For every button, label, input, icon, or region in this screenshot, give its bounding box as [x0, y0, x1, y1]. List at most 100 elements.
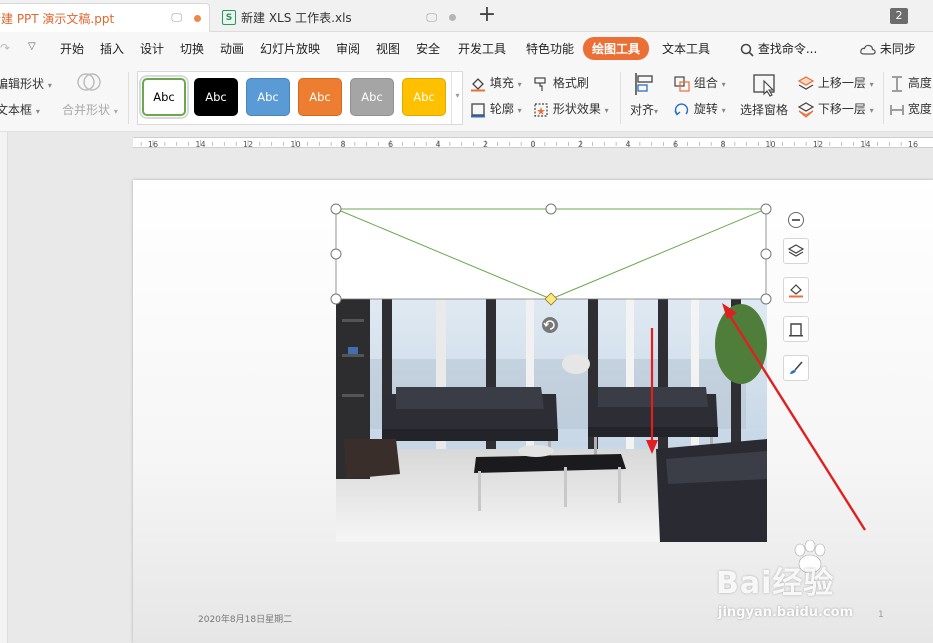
- redo-icon[interactable]: ↷: [0, 41, 10, 55]
- bring-forward-button[interactable]: 上移一层 ▾: [798, 74, 874, 92]
- horizontal-ruler[interactable]: 16 14 12 10 8 6 4 2 0 2 4 6 8 10 12 14 16: [133, 137, 933, 148]
- tab-dot-icon[interactable]: [449, 14, 456, 21]
- ruler-label: 4: [625, 140, 630, 148]
- chevron-down-icon: ▾: [654, 107, 659, 116]
- shape-effects-button[interactable]: 形状效果 ▾: [533, 100, 609, 118]
- menu-insert[interactable]: 插入: [100, 40, 124, 57]
- outline-button[interactable]: 轮廓 ▾: [470, 100, 522, 118]
- menu-transitions[interactable]: 切换: [180, 40, 204, 57]
- tab-xls-label: 新建 XLS 工作表.xls: [241, 11, 352, 25]
- shape-style-white[interactable]: Abc: [139, 75, 189, 119]
- collapse-minus-icon[interactable]: [788, 212, 804, 228]
- ruler-label: 6: [388, 140, 393, 148]
- tab-ppt-document[interactable]: 新建 PPT 演示文稿.ppt 🖵: [0, 3, 210, 32]
- drawing-tools-ribbon: 编辑形状 ▾ 文本框 ▾ 合并形状 ▾ Abc Abc Abc Abc Abc …: [0, 66, 933, 132]
- rotate-button[interactable]: 旋转 ▾: [674, 100, 726, 118]
- outline-label: 轮廓: [489, 102, 514, 116]
- command-search-label: 查找命令...: [757, 42, 818, 56]
- menu-text-tools[interactable]: 文本工具: [662, 40, 710, 57]
- selection-pane-label: 选择窗格: [740, 103, 789, 117]
- fill-button[interactable]: 填充 ▾: [470, 74, 522, 92]
- chevron-down-icon: ▾: [47, 81, 52, 90]
- shape-style-gray[interactable]: Abc: [350, 78, 394, 116]
- menu-drawing-tools[interactable]: 绘图工具: [583, 37, 650, 60]
- chevron-down-icon: ▾: [517, 80, 522, 89]
- height-label: 高度: [907, 76, 932, 90]
- ruler-label: 12: [813, 140, 823, 148]
- quick-access-dropdown-icon[interactable]: ▽: [28, 41, 36, 52]
- selection-pane-button[interactable]: 选择窗格: [740, 101, 788, 118]
- command-search[interactable]: 查找命令...: [740, 40, 817, 57]
- width-field[interactable]: 宽度: [890, 100, 932, 118]
- office-sofa-photo[interactable]: [336, 299, 767, 542]
- ruler-label: 8: [720, 140, 725, 148]
- tab-xls-document[interactable]: S 新建 XLS 工作表.xls 🖵: [214, 3, 464, 32]
- width-icon: [890, 104, 904, 115]
- ruler-label: 16: [148, 140, 158, 148]
- footer-date[interactable]: 2020年8月18日星期二: [198, 612, 292, 625]
- unsaved-dot-icon[interactable]: [194, 14, 201, 22]
- document-tab-bar: 新建 PPT 演示文稿.ppt 🖵 S 新建 XLS 工作表.xls 🖵 + 2: [0, 0, 933, 32]
- gallery-more-button[interactable]: ▾: [451, 72, 463, 124]
- ribbon-menu-bar: ↷ ▽ 开始 插入 设计 切换 动画 幻灯片放映 审阅 视图 安全 开发工具 特…: [0, 32, 933, 66]
- outline-quick-button[interactable]: [783, 316, 809, 342]
- text-box-label: 文本框: [0, 103, 33, 117]
- ruler-label: 14: [860, 140, 870, 148]
- monitor-icon[interactable]: 🖵: [171, 11, 182, 25]
- align-label: 对齐: [630, 103, 655, 117]
- menu-home[interactable]: 开始: [60, 40, 84, 57]
- text-box-button[interactable]: 文本框 ▾: [0, 101, 40, 118]
- chevron-down-icon: ▾: [721, 106, 726, 115]
- monitor-icon[interactable]: 🖵: [426, 11, 437, 25]
- shape-style-gold[interactable]: Abc: [402, 78, 446, 116]
- height-field[interactable]: 高度: [890, 74, 932, 92]
- shape-style-blue[interactable]: Abc: [246, 78, 290, 116]
- ruler-label: 12: [243, 140, 253, 148]
- sync-status[interactable]: 未同步: [860, 40, 916, 57]
- toolbar-divider: [620, 72, 621, 124]
- search-icon: [740, 43, 754, 57]
- menu-developer[interactable]: 开发工具: [458, 40, 506, 57]
- ruler-label: 16: [908, 140, 918, 148]
- new-tab-button[interactable]: +: [476, 3, 498, 29]
- ruler-label: 10: [765, 140, 775, 148]
- merge-shape-label: 合并形状: [62, 103, 111, 117]
- ruler-label: 2: [578, 140, 583, 148]
- merge-shape-button[interactable]: 合并形状 ▾: [62, 101, 118, 118]
- office-interior-image: [336, 299, 767, 542]
- window-count-badge[interactable]: 2: [890, 8, 908, 24]
- menu-animations[interactable]: 动画: [220, 40, 244, 57]
- shape-style-gallery: Abc Abc Abc Abc Abc Abc ▾: [137, 71, 463, 125]
- width-label: 宽度: [907, 102, 932, 116]
- align-icon: [633, 71, 657, 100]
- fill-label: 填充: [489, 76, 514, 90]
- ruler-label: 8: [340, 140, 345, 148]
- menu-features[interactable]: 特色功能: [526, 40, 574, 57]
- brush-quick-button[interactable]: [783, 355, 809, 381]
- menu-design[interactable]: 设计: [140, 40, 164, 57]
- format-painter-button[interactable]: 格式刷: [533, 74, 589, 92]
- edit-shape-label: 编辑形状: [0, 77, 45, 91]
- paint-bucket-icon: [471, 77, 485, 91]
- shape-style-orange[interactable]: Abc: [298, 78, 342, 116]
- fill-quick-button[interactable]: [783, 277, 809, 303]
- slide-thumbnail-panel[interactable]: [0, 132, 8, 643]
- group-icon: [674, 75, 690, 92]
- edit-shape-button[interactable]: 编辑形状 ▾: [0, 75, 52, 92]
- watermark-url: jingyan.baidu.com: [718, 605, 854, 620]
- chevron-down-icon: ▾: [455, 91, 460, 100]
- send-backward-button[interactable]: 下移一层 ▾: [798, 100, 874, 118]
- sync-status-label: 未同步: [879, 42, 916, 56]
- ruler-label: 0: [530, 140, 535, 148]
- menu-review[interactable]: 审阅: [336, 40, 360, 57]
- brush-icon: [534, 76, 546, 91]
- menu-slideshow[interactable]: 幻灯片放映: [260, 40, 320, 57]
- align-button[interactable]: 对齐▾: [630, 101, 658, 118]
- group-button[interactable]: 组合 ▾: [674, 74, 726, 92]
- menu-security[interactable]: 安全: [416, 40, 440, 57]
- shape-style-black[interactable]: Abc: [194, 78, 238, 116]
- send-backward-label: 下移一层: [817, 102, 866, 116]
- layers-button[interactable]: [783, 238, 809, 264]
- cloud-icon: [860, 44, 876, 55]
- menu-view[interactable]: 视图: [376, 40, 400, 57]
